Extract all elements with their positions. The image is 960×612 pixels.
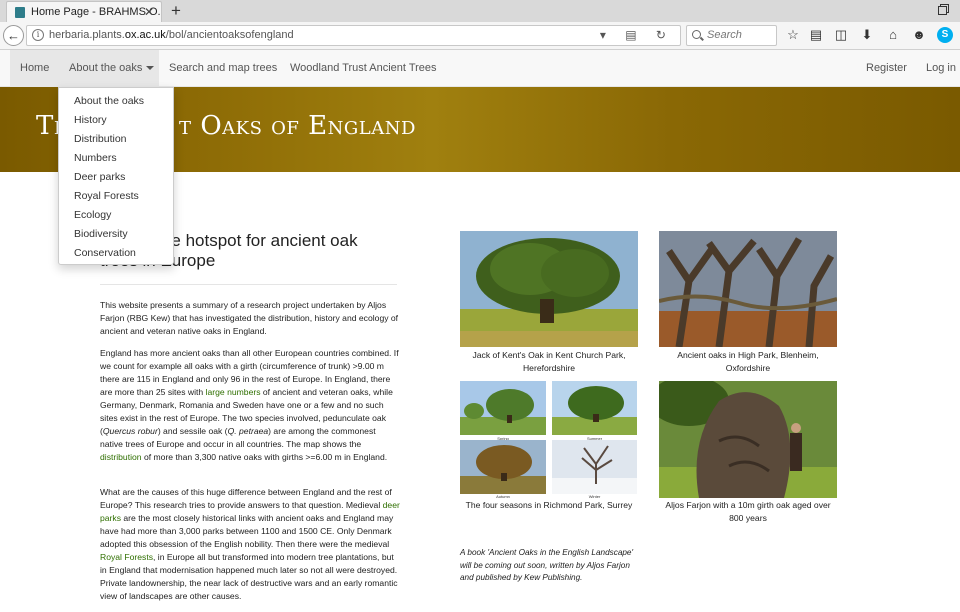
url-prefix: herbaria.plants.: [49, 29, 125, 41]
menu-item-conservation[interactable]: Conservation: [59, 244, 173, 263]
site-favicon-icon: [15, 7, 25, 18]
menu-item-ecology[interactable]: Ecology: [59, 206, 173, 225]
url-action-icons[interactable]: ▾ ▤ ↻: [600, 28, 674, 42]
browser-tab[interactable]: Home Page - BRAHMS O... ✕: [6, 1, 162, 22]
distribution-link[interactable]: distribution: [100, 452, 142, 462]
about-dropdown-menu: About the oaks History Distribution Numb…: [58, 87, 174, 265]
menu-item-distribution[interactable]: Distribution: [59, 130, 173, 149]
menu-item-numbers[interactable]: Numbers: [59, 149, 173, 168]
reading-list-icon[interactable]: ▤: [808, 27, 824, 43]
close-tab-icon[interactable]: ✕: [144, 5, 154, 19]
quercus-robur-text: Quercus robur: [102, 426, 158, 436]
menu-item-deer-parks[interactable]: Deer parks: [59, 168, 173, 187]
banner-title-right: t Oaks of England: [179, 111, 416, 141]
p2-text-e: of more than 3,300 native oaks with girt…: [141, 452, 388, 462]
photo-spring[interactable]: [460, 381, 546, 435]
photo-winter[interactable]: [552, 440, 637, 494]
emoji-icon[interactable]: ☻: [911, 27, 927, 43]
large-numbers-link[interactable]: large numbers: [206, 387, 261, 397]
nav-about-dropdown[interactable]: About the oaks: [58, 50, 159, 87]
search-input[interactable]: Search: [686, 25, 777, 46]
book-announcement: A book 'Ancient Oaks in the English Land…: [460, 548, 634, 582]
photo-summer[interactable]: [552, 381, 637, 435]
nav-home[interactable]: Home: [10, 50, 58, 87]
search-placeholder: Search: [707, 29, 742, 41]
site-navbar: Home About the oaks Search and map trees…: [0, 50, 960, 87]
url-bar[interactable]: i herbaria.plants.ox.ac.uk/bol/ancientoa…: [26, 25, 681, 46]
royal-forests-link[interactable]: Royal Forests: [100, 552, 153, 562]
intro-paragraph: This website presents a summary of a res…: [100, 300, 399, 336]
nav-login[interactable]: Log in: [926, 50, 956, 87]
p3-text-a: What are the causes of this huge differe…: [100, 487, 392, 510]
nav-about-label: About the oaks: [69, 62, 143, 74]
photo-aljos-farjon-oak[interactable]: [659, 381, 837, 498]
tab-title: Home Page - BRAHMS O...: [31, 6, 162, 18]
download-icon[interactable]: ⬇: [859, 27, 875, 43]
browser-toolbar: ← i herbaria.plants.ox.ac.uk/bol/ancient…: [0, 22, 960, 50]
nav-woodland-trust[interactable]: Woodland Trust Ancient Trees: [290, 50, 437, 87]
caption-aljos-farjon: Aljos Farjon with a 10m girth oak aged o…: [665, 500, 831, 523]
q-petraea-text: Q. petraea: [227, 426, 269, 436]
caption-four-seasons: The four seasons in Richmond Park, Surre…: [465, 500, 633, 510]
caption-jack-of-kent: Jack of Kent's Oak in Kent Church Park, …: [472, 350, 626, 373]
search-icon: [692, 30, 701, 39]
photo-jack-of-kents-oak[interactable]: [460, 231, 638, 347]
menu-item-history[interactable]: History: [59, 111, 173, 130]
bookmark-star-icon[interactable]: ☆: [785, 27, 801, 43]
nav-search-map[interactable]: Search and map trees: [169, 50, 277, 87]
skype-icon[interactable]: S: [937, 27, 953, 43]
caption-high-park: Ancient oaks in High Park, Blenheim, Oxf…: [677, 350, 819, 373]
url-domain: ox.ac.uk: [124, 29, 166, 41]
menu-item-royal-forests[interactable]: Royal Forests: [59, 187, 173, 206]
nav-register[interactable]: Register: [866, 50, 907, 87]
menu-item-biodiversity[interactable]: Biodiversity: [59, 225, 173, 244]
new-tab-button[interactable]: +: [168, 1, 184, 21]
heading-divider: [100, 284, 397, 285]
info-icon[interactable]: i: [32, 29, 44, 41]
photo-high-park-blenheim[interactable]: [659, 231, 837, 347]
menu-item-about[interactable]: About the oaks: [59, 92, 173, 111]
url-path: /bol/ancientoaksofengland: [165, 29, 294, 41]
england-paragraph: England has more ancient oaks than all o…: [100, 347, 400, 464]
p2-text-c: ) and sessile oak (: [157, 426, 228, 436]
photo-autumn[interactable]: [460, 440, 546, 494]
home-icon[interactable]: ⌂: [885, 27, 901, 43]
back-button[interactable]: ←: [3, 25, 24, 46]
p3-text-b: are the most closely historical links wi…: [100, 513, 394, 549]
causes-paragraph: What are the causes of this huge differe…: [100, 486, 400, 603]
caret-down-icon: [146, 66, 155, 71]
window-restore-icon[interactable]: [938, 4, 949, 15]
browser-tab-bar: Home Page - BRAHMS O... ✕ +: [0, 0, 960, 22]
pocket-icon[interactable]: ◫: [833, 27, 849, 43]
